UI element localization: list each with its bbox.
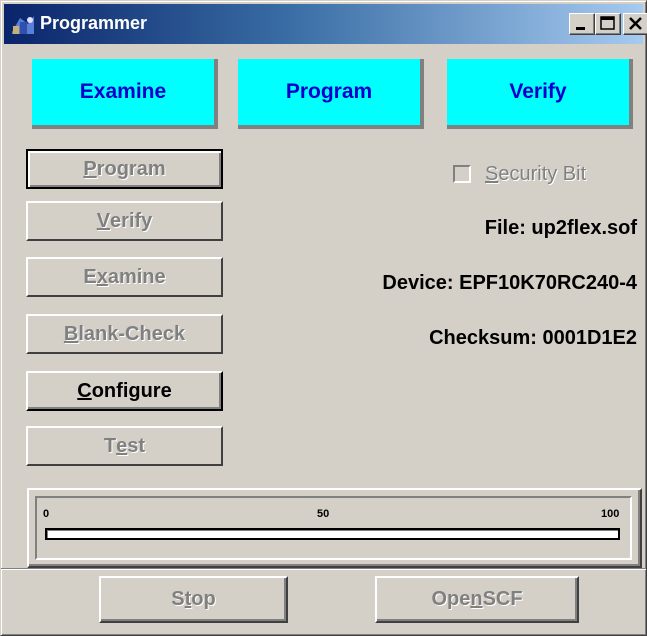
security-bit-mnemonic: S [485,162,499,185]
divider [1,568,646,570]
minimize-icon [576,27,585,30]
open-scf-button-label-pre: Ope [431,588,471,610]
progress-tick-100: 100 [601,508,620,520]
stop-button[interactable]: St op [99,576,288,623]
test-button-label-pre: T [103,434,117,457]
maximize-icon [600,16,615,30]
open-scf-button-label: SCF [482,588,523,610]
security-bit-box[interactable] [453,165,471,183]
tab-examine-label: Examine [79,80,167,103]
security-bit-label-text: ecurity Bit [498,162,587,185]
tab-program[interactable]: Program [238,56,424,129]
programmer-app-icon [12,16,34,34]
checksum-info: Checksum: 0001D1E2 [429,327,637,349]
test-button-label: st [127,434,146,457]
configure-button[interactable]: Configure [26,371,223,411]
progress-inset: 0 50 100 [35,496,632,560]
configure-button-label: onfigure [91,379,172,402]
examine-button-mnemonic: x [96,265,108,288]
close-icon [629,17,642,30]
stop-button-mnemonic: t [184,588,192,610]
verify-button-label: erify [110,209,153,232]
progress-tick-50: 50 [317,508,330,520]
blank-check-button-label: lank-Check [78,322,186,345]
progress-panel: 0 50 100 [27,488,642,568]
stop-button-label: op [191,588,216,610]
progress-bar [45,528,620,540]
program-button[interactable]: Program [26,149,223,189]
close-button[interactable] [623,13,647,35]
configure-button-mnemonic: C [77,379,92,402]
tab-verify[interactable]: Verify [447,56,633,129]
security-bit-checkbox[interactable]: Security Bit [453,162,586,186]
security-bit-label: Security Bit [485,163,586,186]
open-scf-button-mnemonic: n [470,588,483,610]
program-button-label: rogram [96,157,166,180]
test-button-mnemonic: e [116,434,128,457]
tab-examine[interactable]: Examine [32,56,218,129]
window-title: Programmer [40,13,148,33]
minimize-button[interactable] [569,13,595,35]
tab-verify-label: Verify [509,80,567,103]
examine-button-label: amine [107,265,166,288]
stop-button-label-pre: S [171,588,185,610]
examine-button[interactable]: Ex amine [26,257,223,297]
blank-check-button-mnemonic: B [63,322,79,345]
examine-button-label-pre: E [83,265,97,288]
title-bar[interactable]: Programmer [4,4,647,44]
program-button-mnemonic: P [83,157,97,180]
test-button[interactable]: Te st [26,426,223,466]
file-info: File: up2flex.sof [484,217,637,239]
verify-button-mnemonic: V [96,209,111,232]
maximize-button[interactable] [595,13,621,35]
progress-tick-0: 0 [43,508,50,520]
device-info: Device: EPF10K70RC240-4 [382,272,637,294]
tab-program-label: Program [285,80,373,103]
verify-button[interactable]: Verify [26,201,223,241]
blank-check-button[interactable]: Blank-Check [26,314,223,354]
open-scf-button[interactable]: Ope n SCF [375,576,579,623]
programmer-window: Programmer Examine Program Verify Progra… [0,0,647,636]
